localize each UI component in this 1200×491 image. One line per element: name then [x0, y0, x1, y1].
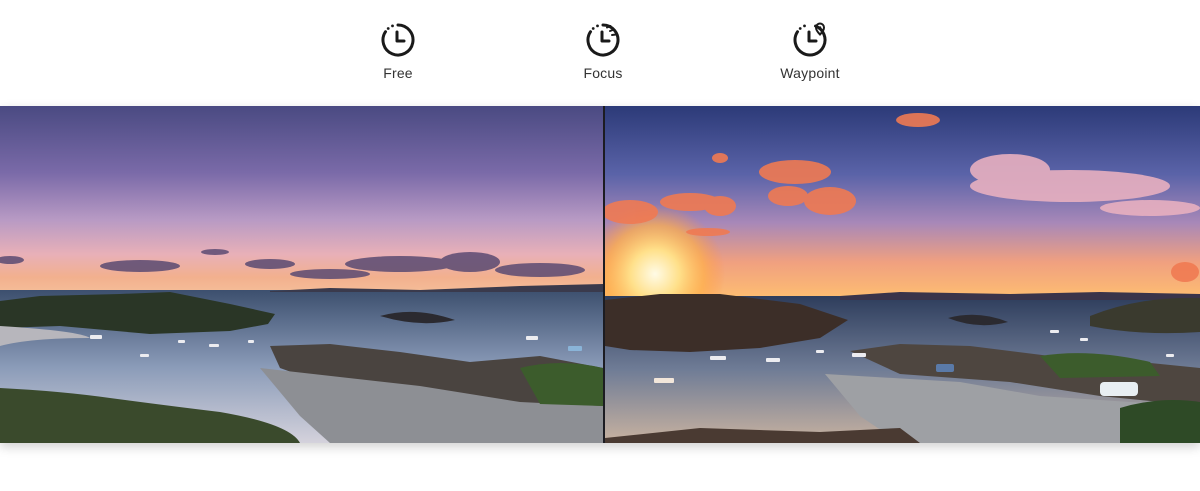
mode-focus-label: Focus — [583, 65, 623, 81]
timer-waypoint-icon — [793, 22, 827, 57]
coastal-bay-sunset-photo — [605, 106, 1200, 443]
mode-free-label: Free — [383, 65, 413, 81]
comparison-strip — [0, 106, 1200, 443]
timer-icon — [381, 23, 415, 57]
comparison-images — [0, 106, 1200, 443]
mode-waypoint[interactable]: Waypoint — [760, 22, 860, 81]
coastal-bay-dusk-photo — [0, 106, 603, 443]
mode-waypoint-label: Waypoint — [780, 65, 840, 81]
mode-selector: Free Focus Waypoint — [0, 0, 1200, 100]
mode-free[interactable]: Free — [348, 22, 448, 81]
timer-focus-icon — [586, 23, 620, 57]
mode-focus[interactable]: Focus — [553, 22, 653, 81]
